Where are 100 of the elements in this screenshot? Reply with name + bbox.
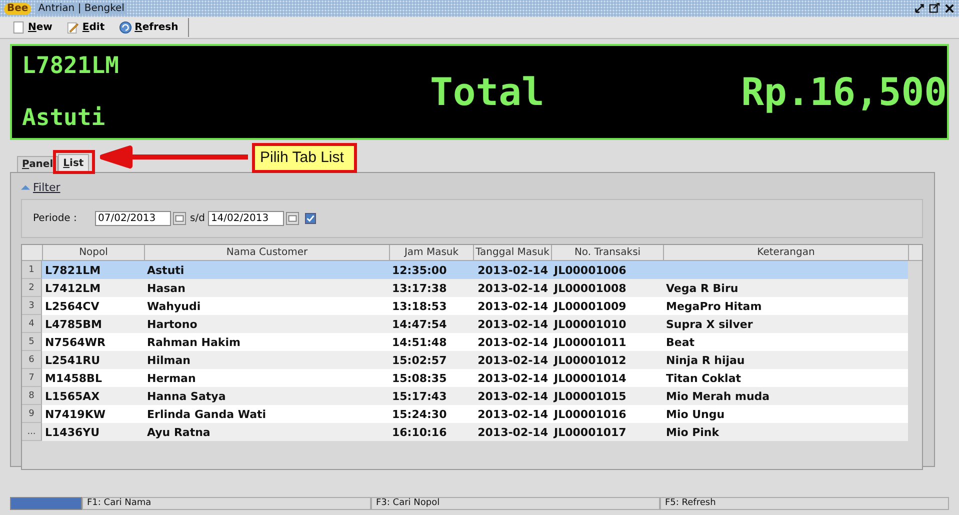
table-cell: Beat xyxy=(666,336,695,348)
table-cell: 15:08:35 xyxy=(392,372,447,384)
window-title: Antrian | Bengkel xyxy=(35,3,128,14)
table-cell: Astuti xyxy=(147,264,184,276)
row-number: 5 xyxy=(22,333,42,351)
row-number: 9 xyxy=(22,405,42,423)
table-cell: 2013-02-14 xyxy=(478,372,548,384)
toolbar-button[interactable]: New xyxy=(8,18,62,36)
range-separator: s/d xyxy=(190,213,205,224)
table-cell: Mio Merah muda xyxy=(666,390,770,402)
column-header[interactable]: No. Transaksi xyxy=(552,245,664,260)
table-cell: JL00001010 xyxy=(554,318,626,330)
table-cell: L1436YU xyxy=(45,426,100,438)
restore-icon[interactable] xyxy=(914,3,925,14)
table-cell: Hilman xyxy=(147,354,190,366)
table-cell: JL00001006 xyxy=(554,264,626,276)
table-cell: JL00001008 xyxy=(554,282,626,294)
table-cell: JL00001009 xyxy=(554,300,626,312)
table-cell: 2013-02-14 xyxy=(478,300,548,312)
column-header[interactable]: Nopol xyxy=(43,245,145,260)
total-label: Total xyxy=(430,70,544,114)
table-cell: Ayu Ratna xyxy=(147,426,210,438)
status-text: F3: Cari Nopol xyxy=(371,497,660,510)
table-cell: L2564CV xyxy=(45,300,100,312)
periode-label: Periode : xyxy=(33,213,78,224)
table-cell: 15:17:43 xyxy=(392,390,447,402)
date-field[interactable]: 07/02/2013 xyxy=(95,211,171,226)
toolbar-button[interactable]: Edit xyxy=(62,18,115,36)
row-number: 1 xyxy=(22,261,42,279)
callout-note: Pilih Tab List xyxy=(252,143,357,173)
table-cell: 2013-02-14 xyxy=(478,336,548,348)
status-text: F1: Cari Nama xyxy=(82,497,371,510)
tab[interactable]: Panel xyxy=(17,156,58,172)
table-cell: 2013-02-14 xyxy=(478,354,548,366)
date-field[interactable]: 14/02/2013 xyxy=(208,211,284,226)
table-cell: 2013-02-14 xyxy=(478,426,548,438)
total-amount: Rp.16,500 xyxy=(741,70,947,114)
table-cell: Hasan xyxy=(147,282,186,294)
table-cell: M1458BL xyxy=(45,372,102,384)
table-cell: L1565AX xyxy=(45,390,100,402)
table-cell: L4785BM xyxy=(45,318,102,330)
table-cell: 13:18:53 xyxy=(392,300,447,312)
table-cell: Mio Ungu xyxy=(666,408,725,420)
table-cell: 2013-02-14 xyxy=(478,390,548,402)
highlight-frame xyxy=(52,150,95,174)
table-cell: 16:10:16 xyxy=(392,426,447,438)
table-cell: L7821LM xyxy=(45,264,101,276)
status-text: F5: Refresh xyxy=(660,497,949,510)
table-cell: JL00001014 xyxy=(554,372,626,384)
column-header[interactable]: Tanggal Masuk xyxy=(474,245,552,260)
row-number: 4 xyxy=(22,315,42,333)
maximize-icon[interactable] xyxy=(929,3,940,14)
table-cell: 14:51:48 xyxy=(392,336,447,348)
column-header[interactable]: Jam Masuk xyxy=(390,245,474,260)
table-cell: 15:24:30 xyxy=(392,408,447,420)
table-cell: JL00001017 xyxy=(554,426,626,438)
column-header[interactable]: Keterangan xyxy=(664,245,909,260)
toolbar-button[interactable]: Refresh xyxy=(114,18,188,36)
table-cell: Hartono xyxy=(147,318,198,330)
table-cell: 13:17:38 xyxy=(392,282,447,294)
table-cell: Vega R Biru xyxy=(666,282,738,294)
table-cell: JL00001011 xyxy=(554,336,626,348)
row-number: 8 xyxy=(22,387,42,405)
table-cell: 2013-02-14 xyxy=(478,318,548,330)
table-cell: 2013-02-14 xyxy=(478,408,548,420)
blank-page-icon xyxy=(12,21,25,34)
table-cell: Erlinda Ganda Wati xyxy=(147,408,266,420)
row-number: 3 xyxy=(22,297,42,315)
table-cell: L2541RU xyxy=(45,354,100,366)
refresh-icon xyxy=(118,21,132,34)
table-cell: 12:35:00 xyxy=(392,264,447,276)
column-header[interactable]: Nama Customer xyxy=(145,245,390,260)
table-cell: JL00001016 xyxy=(554,408,626,420)
checkbox[interactable] xyxy=(304,213,316,224)
table-cell: Rahman Hakim xyxy=(147,336,240,348)
table-cell: Ninja R hijau xyxy=(666,354,745,366)
table-cell: N7419KW xyxy=(45,408,106,420)
row-number: 6 xyxy=(22,351,42,369)
table-cell: 15:02:57 xyxy=(392,354,447,366)
filter-link[interactable]: Filter xyxy=(33,180,60,194)
app-logo: Bee xyxy=(4,2,32,14)
table-cell: Supra X silver xyxy=(666,318,753,330)
table-cell: Wahyudi xyxy=(147,300,201,312)
row-number: 2 xyxy=(22,279,42,297)
table-cell: N7564WR xyxy=(45,336,106,348)
table-cell: 14:47:54 xyxy=(392,318,447,330)
table-cell: Herman xyxy=(147,372,196,384)
pencil-icon xyxy=(66,21,80,34)
table-cell: Hanna Satya xyxy=(147,390,226,402)
status-indicator xyxy=(10,497,82,510)
table-cell: 2013-02-14 xyxy=(478,282,548,294)
close-icon[interactable] xyxy=(944,3,955,14)
table-cell: L7412LM xyxy=(45,282,101,294)
table-cell: Mio Pink xyxy=(666,426,720,438)
customer-name: Astuti xyxy=(22,105,106,131)
table-cell: MegaPro Hitam xyxy=(666,300,762,312)
table-cell: JL00001015 xyxy=(554,390,626,402)
table-cell: 2013-02-14 xyxy=(478,264,548,276)
tab[interactable]: List xyxy=(58,154,89,172)
row-number: 7 xyxy=(22,369,42,387)
